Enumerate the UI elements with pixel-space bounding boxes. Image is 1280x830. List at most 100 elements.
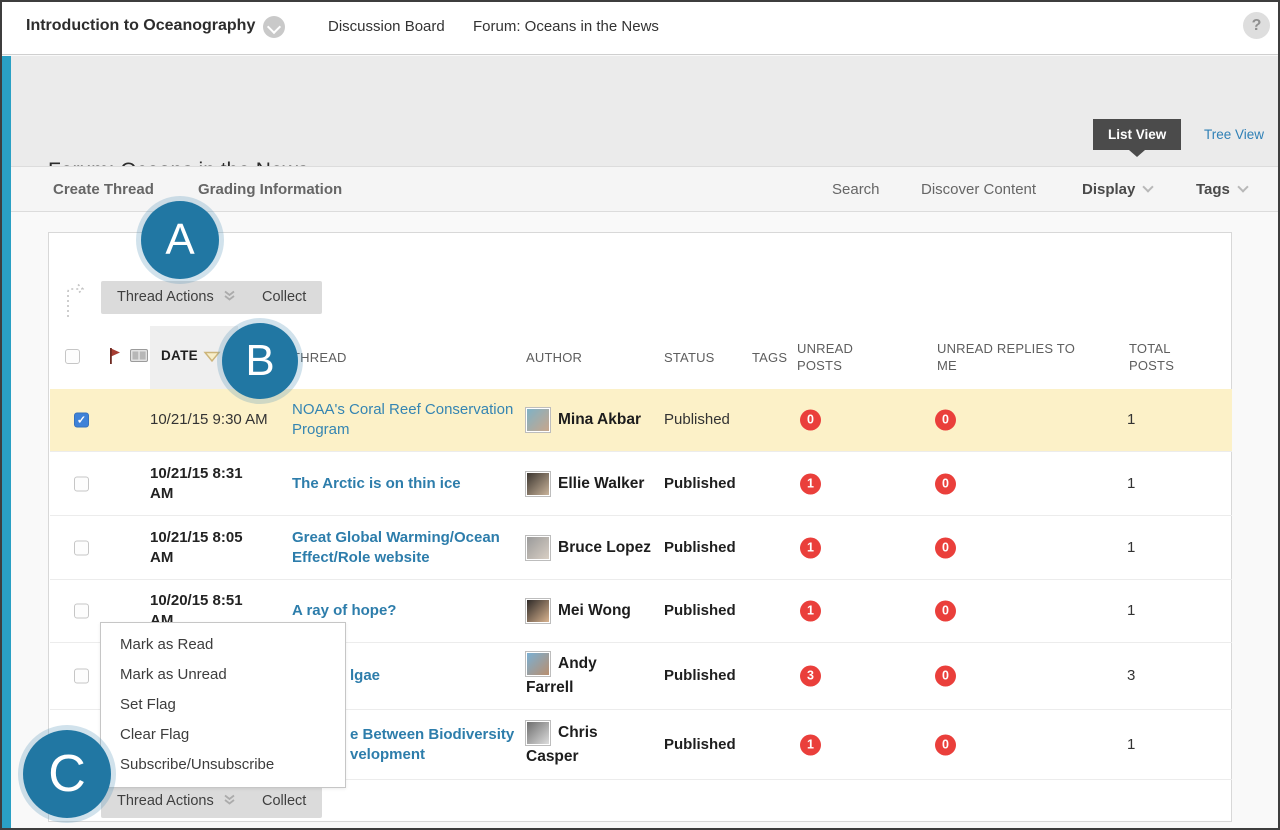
menu-item-mark-as-read[interactable]: Mark as Read xyxy=(101,630,345,660)
thread-status: Published xyxy=(664,538,736,558)
unread-count-badge: 1 xyxy=(800,601,821,622)
thread-author: Andy Farrell xyxy=(526,652,658,700)
total-posts-cell: 1 xyxy=(1127,538,1135,558)
unread-posts-cell[interactable]: 1 xyxy=(800,537,821,558)
thread-author: Chris Casper xyxy=(526,721,658,769)
grading-information-button[interactable]: Grading Information xyxy=(198,181,342,198)
unread-posts-cell[interactable]: 0 xyxy=(800,410,821,431)
menu-item-subscribe-unsubscribe[interactable]: Subscribe/Unsubscribe xyxy=(101,750,345,780)
annotation-circle-b: B xyxy=(222,323,298,399)
table-row: 10/21/15 9:30 AM NOAA's Coral Reef Conse… xyxy=(50,389,1232,451)
thread-date: 10/21/15 8:31 AM xyxy=(150,464,278,504)
chevron-down-icon xyxy=(1237,181,1248,192)
thread-link[interactable]: The Arctic is on thin ice xyxy=(292,474,518,494)
unread-posts-cell[interactable]: 1 xyxy=(800,601,821,622)
collect-button-bottom[interactable]: Collect xyxy=(246,785,322,818)
author-name: Mei Wong xyxy=(558,602,631,619)
avatar xyxy=(526,721,550,745)
status-column-header[interactable]: STATUS xyxy=(664,349,715,366)
flag-column-icon[interactable] xyxy=(107,346,122,365)
total-posts-cell: 1 xyxy=(1127,410,1135,430)
thread-link[interactable]: Great Global Warming/Ocean Effect/Role w… xyxy=(292,528,518,568)
select-all-checkbox[interactable] xyxy=(65,349,80,364)
table-row: 10/21/15 8:05 AM Great Global Warming/Oc… xyxy=(50,515,1232,579)
unread-count-badge: 1 xyxy=(800,537,821,558)
course-title[interactable]: Introduction to Oceanography xyxy=(26,17,255,35)
read-status-column-icon[interactable] xyxy=(130,349,148,362)
thread-date: 10/21/15 8:05 AM xyxy=(150,528,278,568)
thread-author: Mina Akbar xyxy=(526,408,658,432)
course-menu-chevron-icon[interactable] xyxy=(263,16,285,38)
unread-posts-column-header[interactable]: UNREAD POSTS xyxy=(797,340,877,374)
row-checkbox[interactable] xyxy=(74,669,89,684)
thread-status: Published xyxy=(664,474,736,494)
thread-column-header[interactable]: THREAD xyxy=(292,349,347,366)
date-column-label: DATE xyxy=(161,348,198,363)
row-checkbox[interactable] xyxy=(74,476,89,491)
collect-label: Collect xyxy=(262,793,306,809)
avatar xyxy=(526,652,550,676)
collect-button[interactable]: Collect xyxy=(246,281,322,314)
thread-link[interactable]: A ray of hope? xyxy=(292,601,518,621)
unread-replies-badge: 0 xyxy=(935,410,956,431)
thread-status: Published xyxy=(664,666,736,686)
unread-replies-cell[interactable]: 0 xyxy=(935,537,956,558)
total-posts-cell: 1 xyxy=(1127,474,1135,494)
thread-link[interactable]: NOAA's Coral Reef Conservation Program xyxy=(292,400,518,440)
help-icon[interactable]: ? xyxy=(1243,12,1270,39)
search-button[interactable]: Search xyxy=(832,181,880,198)
discover-content-button[interactable]: Discover Content xyxy=(921,181,1036,198)
double-chevron-down-icon xyxy=(223,793,236,806)
unread-count-badge: 1 xyxy=(800,734,821,755)
thread-status: Published xyxy=(664,410,730,430)
row-checkbox[interactable] xyxy=(74,604,89,619)
total-posts-cell: 1 xyxy=(1127,735,1135,755)
total-posts-cell: 1 xyxy=(1127,601,1135,621)
unread-posts-cell[interactable]: 1 xyxy=(800,734,821,755)
thread-author: Ellie Walker xyxy=(526,472,658,496)
row-checkbox[interactable] xyxy=(74,413,89,428)
unread-replies-cell[interactable]: 0 xyxy=(935,734,956,755)
select-all-arrow-icon xyxy=(63,283,89,319)
display-dropdown[interactable]: Display xyxy=(1082,181,1152,198)
double-chevron-down-icon xyxy=(223,289,236,302)
list-view-tab[interactable]: List View xyxy=(1093,119,1181,150)
unread-count-badge: 1 xyxy=(800,473,821,494)
thread-actions-button-bottom[interactable]: Thread Actions xyxy=(101,785,252,818)
tags-dropdown[interactable]: Tags xyxy=(1196,181,1247,198)
row-checkbox[interactable] xyxy=(74,540,89,555)
thread-actions-button[interactable]: Thread Actions xyxy=(101,281,252,314)
annotation-circle-a: A xyxy=(141,201,219,279)
avatar xyxy=(526,472,550,496)
unread-count-badge: 0 xyxy=(800,410,821,431)
unread-replies-cell[interactable]: 0 xyxy=(935,601,956,622)
author-name: Ellie Walker xyxy=(558,475,644,492)
menu-item-clear-flag[interactable]: Clear Flag xyxy=(101,720,345,750)
thread-actions-label: Thread Actions xyxy=(117,793,214,809)
avatar xyxy=(526,408,550,432)
unread-replies-cell[interactable]: 0 xyxy=(935,410,956,431)
thread-author: Mei Wong xyxy=(526,599,658,623)
author-column-header[interactable]: AUTHOR xyxy=(526,349,582,366)
total-posts-cell: 3 xyxy=(1127,666,1135,686)
tree-view-tab[interactable]: Tree View xyxy=(1204,127,1264,142)
sort-descending-icon xyxy=(203,351,221,363)
breadcrumb-discussion-board[interactable]: Discussion Board xyxy=(328,18,445,35)
create-thread-button[interactable]: Create Thread xyxy=(53,181,154,198)
unread-replies-cell[interactable]: 0 xyxy=(935,666,956,687)
tags-column-header[interactable]: TAGS xyxy=(752,349,787,366)
table-row: 10/21/15 8:31 AM The Arctic is on thin i… xyxy=(50,451,1232,515)
unread-replies-badge: 0 xyxy=(935,666,956,687)
unread-replies-column-header[interactable]: UNREAD REPLIES TO ME xyxy=(937,340,1092,374)
menu-item-set-flag[interactable]: Set Flag xyxy=(101,690,345,720)
unread-posts-cell[interactable]: 3 xyxy=(800,666,821,687)
unread-posts-cell[interactable]: 1 xyxy=(800,473,821,494)
thread-date: 10/21/15 9:30 AM xyxy=(150,410,278,430)
unread-replies-badge: 0 xyxy=(935,601,956,622)
display-dropdown-label: Display xyxy=(1082,181,1135,198)
total-posts-column-header[interactable]: TOTAL POSTS xyxy=(1129,340,1185,374)
unread-replies-cell[interactable]: 0 xyxy=(935,473,956,494)
menu-item-mark-as-unread[interactable]: Mark as Unread xyxy=(101,660,345,690)
chevron-down-icon xyxy=(1143,181,1154,192)
unread-replies-badge: 0 xyxy=(935,473,956,494)
